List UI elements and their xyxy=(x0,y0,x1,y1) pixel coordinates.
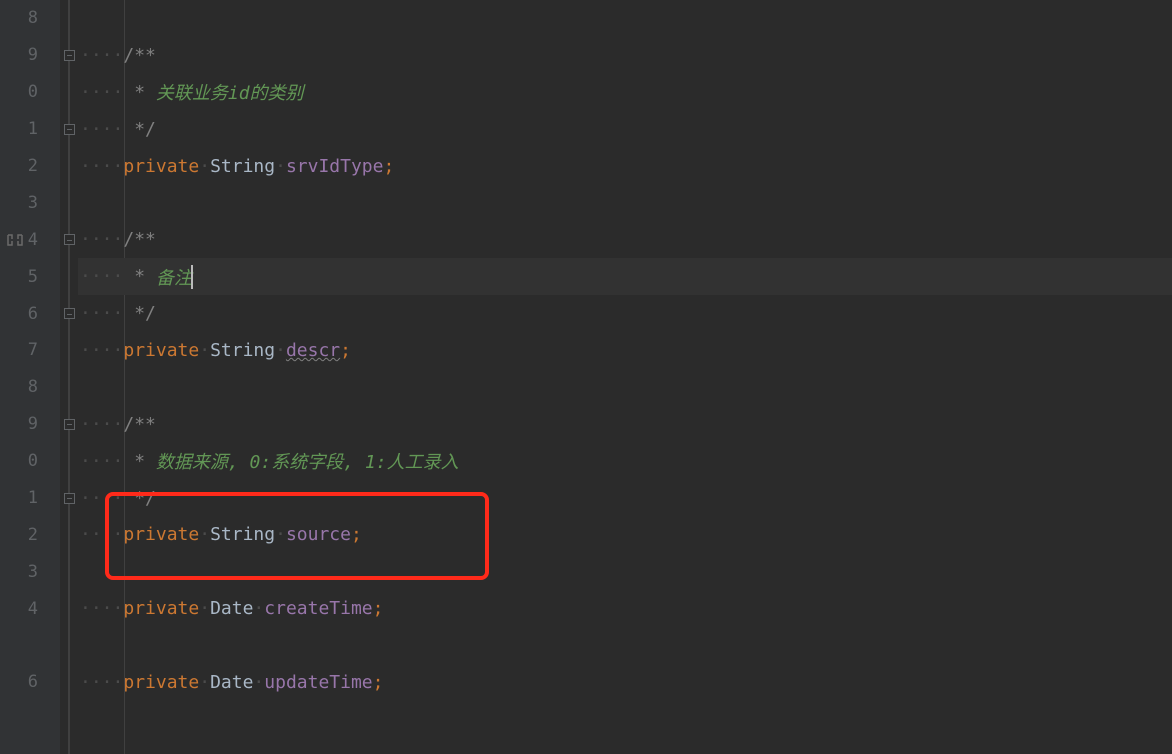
line-number[interactable] xyxy=(0,627,60,664)
code-line[interactable]: ····private·String·source; xyxy=(78,516,1172,553)
bookmark-icon[interactable] xyxy=(6,233,24,247)
line-number[interactable]: 2 xyxy=(0,516,60,553)
line-number[interactable]: 7 xyxy=(0,332,60,369)
fold-toggle-icon[interactable] xyxy=(64,419,75,430)
text-caret xyxy=(191,265,193,289)
code-editor: 8 9 0 1 2 3 4 5 6 7 8 9 0 1 2 3 4 6 xyxy=(0,0,1172,754)
code-line[interactable]: ····private·Date·createTime; xyxy=(78,590,1172,627)
line-number[interactable]: 0 xyxy=(0,74,60,111)
code-line[interactable]: ····private·Date·updateTime; xyxy=(78,664,1172,701)
line-number[interactable]: 0 xyxy=(0,443,60,480)
fold-toggle-icon[interactable] xyxy=(64,308,75,319)
code-line[interactable] xyxy=(78,369,1172,406)
code-line[interactable]: ····/** xyxy=(78,37,1172,74)
line-number[interactable]: 1 xyxy=(0,480,60,517)
line-number[interactable]: 3 xyxy=(0,184,60,221)
code-line[interactable]: ···· */ xyxy=(78,480,1172,517)
code-line[interactable]: ····/** xyxy=(78,221,1172,258)
line-number[interactable]: 6 xyxy=(0,295,60,332)
fold-toggle-icon[interactable] xyxy=(64,124,75,135)
code-text-area[interactable]: ····/** ···· * 关联业务id的类别 ···· */ ····pri… xyxy=(78,0,1172,754)
line-number[interactable]: 3 xyxy=(0,553,60,590)
code-line-current[interactable]: ···· * 备注 xyxy=(78,258,1172,295)
code-line[interactable]: ···· * 数据来源, 0:系统字段, 1:人工录入 xyxy=(78,443,1172,480)
fold-toggle-icon[interactable] xyxy=(64,234,75,245)
line-number[interactable]: 4 xyxy=(0,221,60,258)
line-number[interactable]: 5 xyxy=(0,258,60,295)
code-line[interactable] xyxy=(78,627,1172,664)
code-line[interactable]: ····private·String·srvIdType; xyxy=(78,148,1172,185)
line-number[interactable]: 8 xyxy=(0,0,60,37)
line-number[interactable] xyxy=(0,701,60,738)
code-line[interactable]: ····private·String·descr; xyxy=(78,332,1172,369)
line-number[interactable]: 8 xyxy=(0,369,60,406)
line-number[interactable]: 2 xyxy=(0,148,60,185)
line-number[interactable]: 1 xyxy=(0,111,60,148)
code-line[interactable]: ····/** xyxy=(78,406,1172,443)
line-number[interactable]: 6 xyxy=(0,664,60,701)
line-number[interactable]: 4 xyxy=(0,590,60,627)
code-line[interactable]: ···· */ xyxy=(78,295,1172,332)
code-line[interactable] xyxy=(78,184,1172,221)
line-number[interactable]: 9 xyxy=(0,406,60,443)
code-line[interactable]: ···· */ xyxy=(78,111,1172,148)
line-number[interactable]: 9 xyxy=(0,37,60,74)
code-line[interactable] xyxy=(78,0,1172,37)
code-line[interactable] xyxy=(78,701,1172,738)
fold-column xyxy=(60,0,78,754)
code-line[interactable]: ···· * 关联业务id的类别 xyxy=(78,74,1172,111)
fold-toggle-icon[interactable] xyxy=(64,493,75,504)
code-line[interactable] xyxy=(78,553,1172,590)
fold-toggle-icon[interactable] xyxy=(64,50,75,61)
line-number-gutter: 8 9 0 1 2 3 4 5 6 7 8 9 0 1 2 3 4 6 xyxy=(0,0,60,754)
